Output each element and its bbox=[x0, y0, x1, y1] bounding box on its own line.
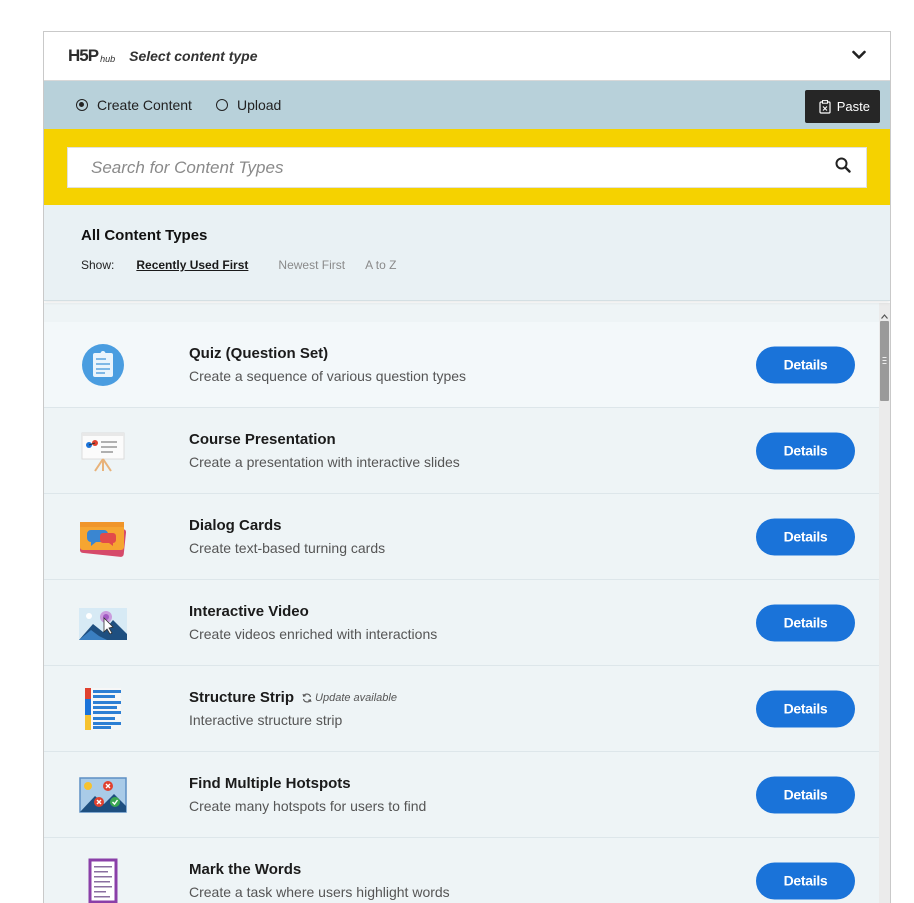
sort-newest-first[interactable]: Newest First bbox=[278, 258, 345, 272]
header-title: Select content type bbox=[129, 48, 258, 64]
filter-title: All Content Types bbox=[81, 227, 208, 244]
hub-header[interactable]: H5P hub Select content type bbox=[44, 32, 890, 81]
structure-strip-icon bbox=[77, 685, 129, 733]
create-content-radio[interactable]: Create Content bbox=[76, 97, 192, 113]
search-icon[interactable] bbox=[835, 157, 851, 178]
item-name-row: Dialog Cards bbox=[189, 517, 385, 534]
radio-checked-icon bbox=[76, 99, 88, 111]
sort-label: Show: bbox=[81, 258, 115, 272]
item-description: Create a sequence of various question ty… bbox=[189, 368, 467, 384]
mode-tabs: Create Content Upload Paste bbox=[44, 81, 890, 129]
dialog-cards-icon bbox=[77, 513, 129, 561]
filter-panel: All Content Types Show: Recently Used Fi… bbox=[44, 205, 890, 301]
list-item[interactable]: Dialog Cards Create text-based turning c… bbox=[44, 494, 879, 580]
list-item[interactable]: Quiz (Question Set) Create a sequence of… bbox=[44, 322, 879, 408]
details-button[interactable]: Details bbox=[756, 690, 855, 727]
logo-sub-text: hub bbox=[100, 54, 116, 64]
paste-button[interactable]: Paste bbox=[804, 90, 880, 123]
item-name-row: Course Presentation bbox=[189, 431, 460, 448]
presentation-icon bbox=[77, 427, 129, 475]
item-text: Dialog Cards Create text-based turning c… bbox=[189, 517, 385, 556]
item-description: Create text-based turning cards bbox=[189, 540, 386, 556]
details-button[interactable]: Details bbox=[756, 432, 855, 469]
item-name: Course Presentation bbox=[189, 431, 336, 448]
item-name: Interactive Video bbox=[189, 603, 309, 620]
list-item[interactable]: Course Presentation Create a presentatio… bbox=[44, 408, 879, 494]
search-bar bbox=[44, 129, 890, 205]
item-description: Create a presentation with interactive s… bbox=[189, 454, 460, 470]
list-scrollbar[interactable] bbox=[879, 303, 890, 903]
details-button[interactable]: Details bbox=[756, 604, 855, 641]
update-text: Update available bbox=[315, 691, 397, 704]
search-field bbox=[67, 147, 867, 188]
item-text: Find Multiple Hotspots Create many hotsp… bbox=[189, 775, 426, 814]
content-type-list: Quiz (Question Set) Create a sequence of… bbox=[44, 303, 879, 903]
item-description: Create a task where users highlight word… bbox=[189, 884, 450, 900]
item-name: Dialog Cards bbox=[189, 517, 282, 534]
item-text: Structure Strip Update available Interac… bbox=[189, 689, 397, 728]
item-name-row: Quiz (Question Set) bbox=[189, 345, 466, 362]
details-button[interactable]: Details bbox=[756, 346, 855, 383]
list-item[interactable]: Find Multiple Hotspots Create many hotsp… bbox=[44, 752, 879, 838]
mark-words-icon bbox=[77, 857, 129, 903]
sort-options: Show: Recently Used First Newest First A… bbox=[81, 258, 890, 272]
logo-text: H5P bbox=[68, 46, 99, 65]
h5p-logo: H5P hub bbox=[68, 46, 115, 66]
item-name: Mark the Words bbox=[189, 861, 302, 878]
h5p-hub-panel: H5P hub Select content type Create Conte… bbox=[43, 31, 891, 903]
item-name-row: Find Multiple Hotspots bbox=[189, 775, 426, 792]
item-name-row: Interactive Video bbox=[189, 603, 437, 620]
upload-label: Upload bbox=[236, 97, 282, 113]
sort-recently-used[interactable]: Recently Used First bbox=[136, 258, 248, 272]
create-content-label: Create Content bbox=[97, 97, 192, 113]
scroll-thumb[interactable] bbox=[880, 321, 889, 401]
hotspots-icon bbox=[77, 771, 129, 819]
update-available-badge[interactable]: Update available bbox=[302, 692, 397, 704]
list-item[interactable]: Interactive Video Create videos enriched… bbox=[44, 580, 879, 666]
quiz-icon bbox=[77, 341, 129, 389]
list-item[interactable]: Mark the Words Create a task where users… bbox=[44, 838, 879, 903]
details-button[interactable]: Details bbox=[756, 776, 855, 813]
item-name: Quiz (Question Set) bbox=[189, 345, 329, 362]
item-text: Mark the Words Create a task where users… bbox=[189, 861, 450, 900]
details-button[interactable]: Details bbox=[756, 518, 855, 555]
chevron-down-icon[interactable] bbox=[852, 47, 866, 65]
refresh-icon bbox=[302, 693, 312, 703]
item-description: Create videos enriched with interactions bbox=[189, 626, 438, 642]
item-description: Create many hotspots for users to find bbox=[189, 798, 427, 814]
details-button[interactable]: Details bbox=[756, 862, 855, 899]
upload-radio[interactable]: Upload bbox=[215, 97, 282, 113]
item-text: Course Presentation Create a presentatio… bbox=[189, 431, 460, 470]
item-name: Find Multiple Hotspots bbox=[189, 775, 351, 792]
clipboard-icon bbox=[819, 99, 831, 114]
paste-label: Paste bbox=[836, 99, 870, 114]
item-description: Interactive structure strip bbox=[189, 712, 343, 728]
item-name-row: Structure Strip Update available bbox=[189, 689, 397, 706]
search-input[interactable] bbox=[91, 157, 835, 178]
item-name-row: Mark the Words bbox=[189, 861, 450, 878]
list-item[interactable]: Structure Strip Update available Interac… bbox=[44, 666, 879, 752]
item-text: Interactive Video Create videos enriched… bbox=[189, 603, 437, 642]
radio-unchecked-icon bbox=[215, 99, 228, 111]
interactive-video-icon bbox=[77, 599, 129, 647]
item-name: Structure Strip bbox=[189, 689, 295, 706]
sort-a-to-z[interactable]: A to Z bbox=[365, 258, 396, 272]
item-text: Quiz (Question Set) Create a sequence of… bbox=[189, 345, 466, 384]
